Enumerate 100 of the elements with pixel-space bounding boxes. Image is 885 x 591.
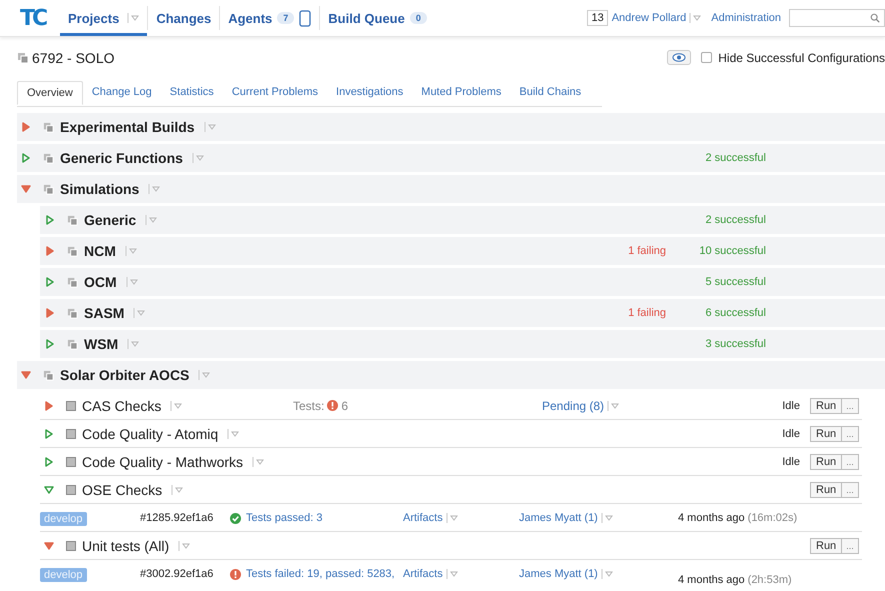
project-name[interactable]: WSM [84, 336, 118, 352]
user-menu[interactable]: Andrew Pollard [612, 12, 686, 24]
project-row[interactable]: NCM 1 failing 10 successful [40, 237, 885, 265]
build-row[interactable]: develop #3002.92ef1a6 Tests failed: 19, passed: 5283, Artifacts James Myatt (1) 4 months ago (2h:53m) [40, 560, 862, 591]
project-name[interactable]: Simulations [60, 181, 140, 197]
project-name[interactable]: Generic [84, 212, 136, 228]
project-name[interactable]: Experimental Builds [60, 119, 195, 135]
build-configuration-row[interactable]: Code Quality - Atomiq Idle Run ... [40, 420, 862, 448]
project-row[interactable]: Solar Orbiter AOCS [17, 361, 885, 389]
test-results-link[interactable]: Tests failed: 19, passed: 5283, [246, 568, 403, 580]
configuration-name[interactable]: Unit tests (All) [82, 538, 170, 554]
build-number[interactable]: #1285.92ef1a6 [140, 512, 214, 524]
project-name[interactable]: OCM [84, 274, 117, 290]
tab[interactable]: Current Problems [222, 81, 328, 105]
more-button[interactable]: ... [842, 454, 859, 470]
expand-arrow-icon[interactable] [45, 308, 55, 318]
expand-arrow-icon[interactable] [45, 246, 55, 256]
more-button[interactable]: ... [842, 426, 859, 442]
dropdown-icon[interactable] [600, 512, 613, 524]
dropdown-icon[interactable] [227, 428, 240, 440]
run-button[interactable]: Run [810, 454, 842, 470]
tab[interactable]: Build Chains [510, 81, 590, 105]
agent-box-icon[interactable] [299, 10, 312, 26]
artifacts-link[interactable]: Artifacts [403, 512, 443, 524]
expand-arrow-icon[interactable] [45, 277, 55, 287]
build-number[interactable]: #3002.92ef1a6 [140, 568, 214, 580]
expand-arrow-icon[interactable] [21, 122, 31, 132]
dropdown-icon[interactable] [689, 12, 702, 24]
artifacts-link[interactable]: Artifacts [403, 568, 443, 580]
failing-count[interactable]: 1 failing [628, 245, 666, 257]
run-button[interactable]: Run [810, 538, 842, 554]
logo[interactable]: TC [20, 6, 50, 30]
build-row[interactable]: develop #1285.92ef1a6 Tests passed: 3 Artifacts James Myatt (1) 4 months ago (16m:02s) [40, 504, 862, 532]
dropdown-icon[interactable] [252, 456, 264, 468]
checkbox[interactable] [701, 52, 712, 63]
project-row[interactable]: SASM 1 failing 6 successful [40, 299, 885, 327]
tab[interactable]: Investigations [327, 81, 412, 105]
configuration-name[interactable]: OSE Checks [82, 482, 162, 498]
administration-link[interactable]: Administration [711, 12, 781, 24]
collapse-arrow-icon[interactable] [44, 540, 54, 550]
failing-count[interactable]: 1 failing [628, 307, 666, 319]
collapse-arrow-icon[interactable] [44, 484, 54, 494]
run-button[interactable]: Run [810, 398, 842, 414]
configuration-name[interactable]: CAS Checks [82, 398, 162, 414]
more-button[interactable]: ... [842, 398, 859, 414]
tab[interactable]: Muted Problems [412, 81, 510, 105]
dropdown-icon[interactable] [145, 214, 158, 226]
dropdown-icon[interactable] [446, 512, 458, 524]
build-configuration-row[interactable]: OSE Checks Run ... [40, 476, 862, 504]
project-row[interactable]: Simulations [17, 175, 885, 203]
dropdown-icon[interactable] [178, 540, 190, 552]
more-button[interactable]: ... [842, 538, 859, 554]
pending-link[interactable]: Pending (8) [542, 398, 604, 412]
expand-arrow-icon[interactable] [44, 428, 54, 438]
dropdown-icon[interactable] [127, 12, 140, 24]
tab[interactable]: Change Log [82, 81, 161, 105]
test-results-link[interactable]: Tests passed: 3 [246, 512, 403, 524]
run-button[interactable]: Run [810, 482, 842, 498]
changes-link[interactable]: James Myatt (1) [519, 568, 598, 580]
dropdown-icon[interactable] [607, 400, 620, 412]
expand-arrow-icon[interactable] [45, 215, 55, 225]
collapse-arrow-icon[interactable] [21, 370, 31, 380]
build-configuration-row[interactable]: Unit tests (All) Run ... [40, 532, 862, 560]
configuration-name[interactable]: Code Quality - Atomiq [82, 426, 218, 442]
project-name[interactable]: SASM [84, 305, 124, 321]
dropdown-icon[interactable] [148, 183, 160, 195]
more-button[interactable]: ... [842, 482, 859, 498]
build-configuration-row[interactable]: Code Quality - Mathworks Idle Run ... [40, 448, 862, 476]
project-row[interactable]: WSM 3 successful [40, 330, 885, 358]
watch-button[interactable] [667, 50, 692, 65]
notification-count[interactable]: 13 [587, 10, 608, 26]
dropdown-icon[interactable] [171, 484, 184, 496]
dropdown-icon[interactable] [170, 400, 182, 412]
dropdown-icon[interactable] [446, 568, 458, 580]
project-name[interactable]: Generic Functions [60, 150, 183, 166]
tab[interactable]: Statistics [160, 81, 223, 105]
project-row[interactable]: OCM 5 successful [40, 268, 885, 296]
configuration-name[interactable]: Code Quality - Mathworks [82, 454, 244, 470]
tab[interactable]: Overview [17, 81, 83, 105]
search-field[interactable] [789, 9, 885, 27]
changes-link[interactable]: James Myatt (1) [519, 512, 598, 524]
nav-tab[interactable]: Agents [228, 10, 272, 26]
dropdown-icon[interactable] [126, 276, 138, 288]
project-row[interactable]: Generic Functions 2 successful [17, 144, 885, 172]
collapse-arrow-icon[interactable] [21, 184, 31, 194]
dropdown-icon[interactable] [204, 121, 216, 133]
dropdown-icon[interactable] [198, 369, 210, 381]
dropdown-icon[interactable] [127, 338, 140, 350]
nav-tab[interactable]: Changes [156, 10, 212, 26]
expand-arrow-icon[interactable] [21, 153, 31, 163]
nav-tab[interactable]: Build Queue [328, 10, 405, 26]
dropdown-icon[interactable] [192, 152, 204, 164]
expand-arrow-icon[interactable] [44, 400, 54, 410]
expand-arrow-icon[interactable] [44, 456, 54, 466]
dropdown-icon[interactable] [600, 568, 613, 580]
project-row[interactable]: Experimental Builds [17, 113, 885, 141]
project-name[interactable]: Solar Orbiter AOCS [60, 367, 190, 383]
failed-tests-count[interactable]: 6 [341, 398, 348, 412]
build-configuration-row[interactable]: CAS Checks Tests: 6 Pending (8) Idle Run ... [40, 392, 862, 420]
project-name[interactable]: NCM [84, 243, 116, 259]
